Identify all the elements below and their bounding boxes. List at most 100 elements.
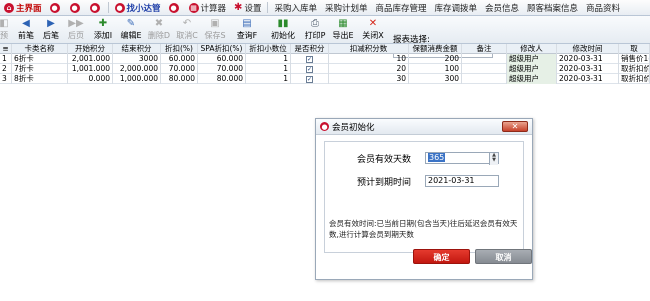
cell-modified-by[interactable]: 超级用户	[507, 54, 557, 64]
cell-deduct-points[interactable]: 20	[329, 64, 409, 74]
toolbar-button-next-record[interactable]: ▶ 后笔	[39, 18, 63, 42]
valid-days-input[interactable]: 365 ▲ ▼	[425, 152, 499, 165]
cell-modified-time[interactable]: 2020-03-31	[557, 64, 619, 74]
header-decimal-places[interactable]: 折扣小数位	[246, 44, 291, 54]
toolbar-button-delete[interactable]: ✖ 删除D	[146, 18, 172, 42]
cell-price-source[interactable]: 取折扣价	[619, 74, 650, 84]
cell-remarks[interactable]	[462, 64, 507, 74]
confirm-button[interactable]: 确定	[413, 249, 470, 264]
cell-deduct-points[interactable]: 10	[329, 54, 409, 64]
cell-spa-discount[interactable]: 80.000	[198, 74, 246, 84]
nav-customer-file[interactable]: 顾客档案信息	[523, 0, 582, 15]
cell-modified-by[interactable]: 超级用户	[507, 64, 557, 74]
checkbox[interactable]: ✓	[306, 65, 313, 73]
cell-start-points[interactable]: 2,001.000	[68, 54, 113, 64]
nav-circle-2[interactable]: ●	[66, 0, 86, 15]
header-spa-discount[interactable]: SPA折扣(%)	[198, 44, 246, 54]
header-card-name[interactable]: 卡类名称	[12, 44, 68, 54]
cell-decimal-places[interactable]: 1	[246, 74, 291, 84]
checkbox[interactable]: ✓	[306, 55, 313, 63]
nav-settings[interactable]: ✱ 设置	[230, 0, 265, 15]
cell-start-points[interactable]: 1,001.000	[68, 64, 113, 74]
cell-end-points[interactable]: 1,000.000	[113, 74, 161, 84]
checkbox[interactable]: ✓	[306, 75, 313, 83]
toolbar-button-save[interactable]: ▣ 保存S	[202, 18, 228, 42]
cell-decimal-places[interactable]: 1	[246, 64, 291, 74]
toolbar-button-next-page[interactable]: ▶▶ 后页	[64, 18, 88, 42]
cell-modified-time[interactable]: 2020-03-31	[557, 54, 619, 64]
nav-stock-transfer[interactable]: 库存调拨单	[431, 0, 482, 15]
header-consume-amount[interactable]: 保额消费金额	[409, 44, 462, 54]
toolbar-button-initialize[interactable]: ▮▮ 初始化	[266, 18, 300, 42]
cell-is-points[interactable]: ✓	[291, 54, 329, 64]
cell-is-points[interactable]: ✓	[291, 64, 329, 74]
toolbar-button-add[interactable]: ✚ 添加I	[90, 18, 116, 42]
initialize-icon: ▮▮	[277, 18, 289, 29]
header-price-source[interactable]: 取	[619, 44, 650, 54]
valid-days-spinner[interactable]: ▲ ▼	[489, 153, 498, 165]
cell-consume-amount[interactable]: 200	[409, 54, 462, 64]
nav-home[interactable]: ⌂ 主界面	[0, 0, 46, 15]
red-circle-icon: ●	[114, 2, 125, 13]
toolbar-button-print[interactable]: ⎙ 打印P	[302, 18, 328, 42]
header-modified-time[interactable]: 修改时间	[557, 44, 619, 54]
cell-price-source[interactable]: 取折扣价	[619, 64, 650, 74]
header-is-points[interactable]: 是否积分	[291, 44, 329, 54]
nav-member-info[interactable]: 会员信息	[481, 0, 523, 15]
toolbar-button-prev-page[interactable]: ◧ 预	[0, 18, 12, 42]
undo-icon: ↶	[182, 18, 192, 29]
nav-circle-3[interactable]: ●	[86, 0, 106, 15]
cell-card-name[interactable]: 7折卡	[12, 64, 68, 74]
cell-modified-time[interactable]: 2020-03-31	[557, 74, 619, 84]
nav-product-data[interactable]: 商品资料	[582, 0, 624, 15]
header-discount[interactable]: 折扣(%)	[161, 44, 198, 54]
toolbar-button-prev-record[interactable]: ◀ 前笔	[14, 18, 38, 42]
toolbar-button-cancel[interactable]: ↶ 取消C	[174, 18, 200, 42]
toolbar-button-edit[interactable]: ✎ 编辑E	[118, 18, 144, 42]
table-row[interactable]: 1 6折卡 2,001.000 3000 60.000 60.000 1 ✓ 10 200 超级用户…	[0, 54, 650, 64]
toolbar-button-export[interactable]: ▦ 导出E	[330, 18, 356, 42]
cell-price-source[interactable]: 销售价1(	[619, 54, 650, 64]
nav-stock-manage[interactable]: 商品库存管理	[371, 0, 430, 15]
cell-discount[interactable]: 70.000	[161, 64, 198, 74]
cell-deduct-points[interactable]: 30	[329, 74, 409, 84]
header-remarks[interactable]: 备注	[462, 44, 507, 54]
dialog-title-bar[interactable]: ● 会员初始化	[316, 119, 532, 135]
query-icon: ▤	[242, 18, 252, 29]
cell-is-points[interactable]: ✓	[291, 74, 329, 84]
nav-circle-5[interactable]: ●	[165, 0, 185, 15]
cell-consume-amount[interactable]: 300	[409, 74, 462, 84]
dialog-close-button[interactable]: ✕	[502, 121, 528, 132]
cell-start-points[interactable]: 0.000	[68, 74, 113, 84]
cell-discount[interactable]: 60.000	[161, 54, 198, 64]
cell-remarks[interactable]	[462, 54, 507, 64]
header-deduct-points[interactable]: 扣减积分数	[329, 44, 409, 54]
toolbar-button-close[interactable]: ✕ 关闭X	[360, 18, 386, 42]
nav-purchase-plan[interactable]: 采购计划单	[321, 0, 372, 15]
cell-spa-discount[interactable]: 60.000	[198, 54, 246, 64]
cell-spa-discount[interactable]: 70.000	[198, 64, 246, 74]
header-modified-by[interactable]: 修改人	[507, 44, 557, 54]
cell-end-points[interactable]: 3000	[113, 54, 161, 64]
cell-card-name[interactable]: 6折卡	[12, 54, 68, 64]
grid-header-row: ≡ 卡类名称 开始积分 结束积分 折扣(%) SPA折扣(%) 折扣小数位 是否…	[0, 44, 650, 54]
table-row[interactable]: 2 7折卡 1,001.000 2,000.000 70.000 70.000 1 ✓ 20 10…	[0, 64, 650, 74]
toolbar-button-query[interactable]: ▤ 查询F	[233, 18, 261, 42]
cell-card-name[interactable]: 8折卡	[12, 74, 68, 84]
nav-helper[interactable]: ● 找小达管	[111, 0, 165, 15]
row-index: 3	[0, 74, 12, 84]
header-start-points[interactable]: 开始积分	[68, 44, 113, 54]
cell-modified-by[interactable]: 超级用户	[507, 74, 557, 84]
header-end-points[interactable]: 结束积分	[113, 44, 161, 54]
cell-end-points[interactable]: 2,000.000	[113, 64, 161, 74]
table-row[interactable]: 3 8折卡 0.000 1,000.000 80.000 80.000 1 ✓ 30 300 超级用…	[0, 74, 650, 84]
cell-discount[interactable]: 80.000	[161, 74, 198, 84]
nav-circle-1[interactable]: ●	[46, 0, 66, 15]
cell-consume-amount[interactable]: 100	[409, 64, 462, 74]
cell-remarks[interactable]	[462, 74, 507, 84]
cell-decimal-places[interactable]: 1	[246, 54, 291, 64]
cancel-button[interactable]: 取消	[475, 249, 532, 264]
nav-purchase-in[interactable]: 采购入库单	[270, 0, 321, 15]
nav-calculator[interactable]: ▦ 计算器	[185, 0, 231, 15]
expire-date-field[interactable]: 2021-03-31	[425, 175, 499, 187]
